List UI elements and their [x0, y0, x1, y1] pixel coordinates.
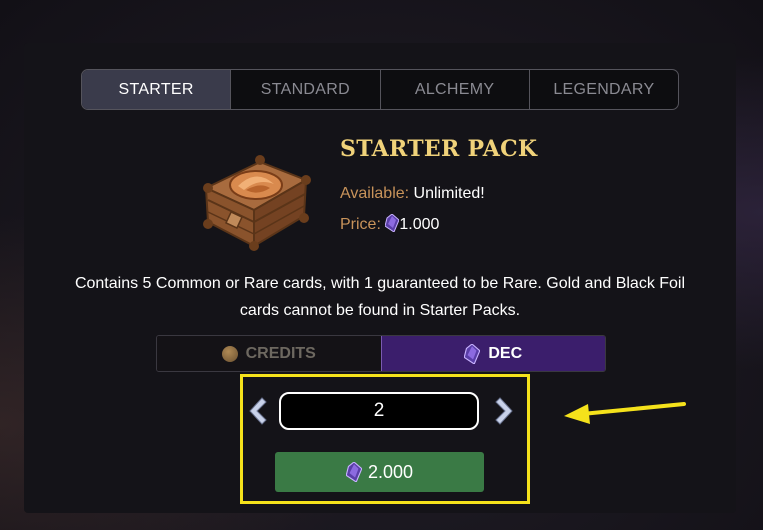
credits-option[interactable]: CREDITS [157, 336, 381, 371]
dec-gem-icon [385, 214, 400, 232]
dec-label: DEC [488, 344, 523, 362]
quantity-input[interactable] [279, 392, 479, 430]
dec-gem-icon [464, 343, 481, 364]
starter-chest-icon [203, 155, 311, 251]
price-label: Price: [340, 216, 381, 233]
tab-legendary[interactable]: LEGENDARY [530, 70, 678, 109]
available-label: Available: [340, 185, 410, 202]
credits-label: CREDITS [245, 344, 316, 362]
price-line: Price: 1.000 [340, 214, 439, 234]
availability-line: Available: Unlimited! [340, 185, 485, 203]
decrease-quantity-icon[interactable] [246, 396, 268, 426]
pack-title: STARTER PACK [340, 136, 538, 162]
tab-standard[interactable]: STANDARD [231, 70, 381, 109]
credits-coin-icon [221, 345, 238, 362]
buy-button-label: 2.000 [367, 461, 414, 482]
available-value: Unlimited! [413, 185, 485, 202]
pack-tabs: STARTER STANDARD ALCHEMY LEGENDARY [81, 69, 679, 110]
dec-gem-icon [345, 462, 362, 482]
buy-button[interactable]: 2.000 [275, 452, 484, 492]
currency-toggle: CREDITS DEC [156, 335, 606, 372]
tab-starter[interactable]: STARTER [82, 70, 232, 109]
pack-description: Contains 5 Common or Rare cards, with 1 … [74, 275, 686, 319]
increase-quantity-icon[interactable] [494, 396, 516, 426]
tab-alchemy[interactable]: ALCHEMY [381, 70, 530, 109]
dec-option[interactable]: DEC [380, 336, 605, 371]
annotation-arrow-icon [564, 402, 686, 424]
price-value: 1.000 [399, 216, 440, 233]
